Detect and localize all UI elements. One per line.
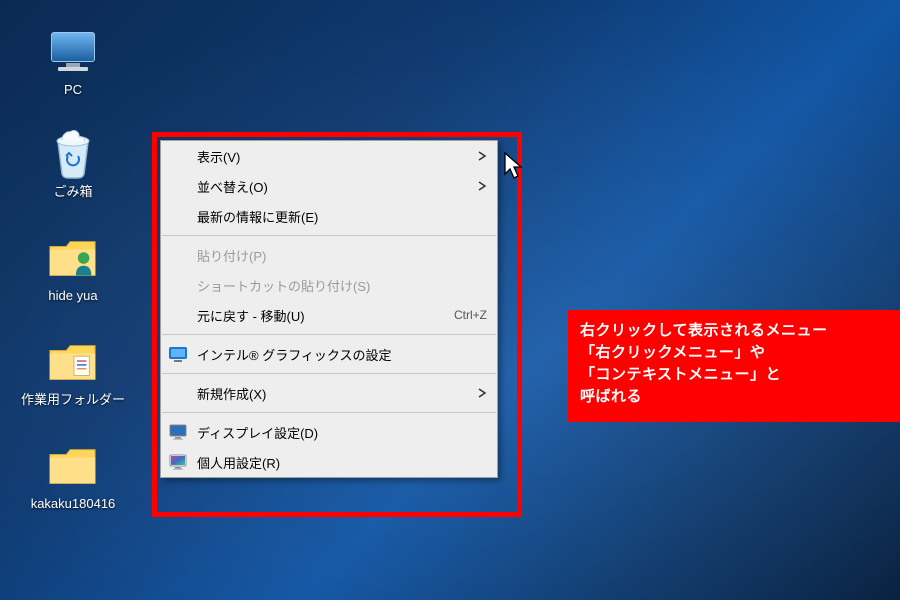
folder-icon (47, 440, 99, 492)
menu-item-label: 元に戻す - 移動(U) (197, 306, 454, 325)
annotation-line: 右クリックして表示されるメニュー (580, 320, 890, 342)
menu-item-intel-graphics[interactable]: インテル® グラフィックスの設定 (161, 339, 497, 369)
annotation-callout: 右クリックして表示されるメニュー 「右クリックメニュー」や 「コンテキストメニュ… (568, 310, 900, 422)
desktop-icon-label: 作業用フォルダー (18, 392, 128, 407)
desktop-icon-label: kakaku180416 (18, 496, 128, 511)
menu-separator (162, 235, 496, 236)
pc-icon (47, 26, 99, 78)
menu-item-sort[interactable]: 並べ替え(O) (161, 171, 497, 201)
work-folder-icon (47, 336, 99, 388)
menu-item-paste: 貼り付け(P) (161, 240, 497, 270)
desktop-icon-folder[interactable]: kakaku180416 (18, 440, 128, 511)
menu-item-label: 最新の情報に更新(E) (197, 207, 487, 226)
menu-item-undo-move[interactable]: 元に戻す - 移動(U) Ctrl+Z (161, 300, 497, 330)
desktop-context-menu: 表示(V) 並べ替え(O) 最新の情報に更新(E) 貼り付け(P) ショートカッ… (160, 140, 498, 478)
intel-graphics-icon (167, 343, 189, 365)
desktop-icon-work-folder[interactable]: 作業用フォルダー (18, 336, 128, 407)
menu-item-label: 新規作成(X) (197, 384, 469, 403)
menu-item-refresh[interactable]: 最新の情報に更新(E) (161, 201, 497, 231)
menu-item-label: ディスプレイ設定(D) (197, 423, 487, 442)
menu-item-paste-shortcut: ショートカットの貼り付け(S) (161, 270, 497, 300)
menu-item-new[interactable]: 新規作成(X) (161, 378, 497, 408)
menu-item-shortcut: Ctrl+Z (454, 308, 487, 322)
annotation-line: 「右クリックメニュー」や (580, 342, 890, 364)
menu-item-personalization[interactable]: 個人用設定(R) (161, 447, 497, 477)
recycle-bin-icon (47, 128, 99, 180)
menu-item-label: 表示(V) (197, 147, 469, 166)
desktop-icon-pc[interactable]: PC (18, 26, 128, 97)
menu-separator (162, 412, 496, 413)
personalization-icon (167, 451, 189, 473)
display-settings-icon (167, 421, 189, 443)
menu-separator (162, 373, 496, 374)
user-folder-icon (47, 232, 99, 284)
desktop-icon-user-folder[interactable]: hide yua (18, 232, 128, 303)
desktop-icon-label: PC (18, 82, 128, 97)
menu-item-label: 個人用設定(R) (197, 453, 487, 472)
menu-separator (162, 334, 496, 335)
menu-item-display-settings[interactable]: ディスプレイ設定(D) (161, 417, 497, 447)
annotation-line: 「コンテキストメニュー」と (580, 364, 890, 386)
submenu-arrow-icon (477, 386, 487, 401)
desktop-icon-recycle-bin[interactable]: ごみ箱 (18, 128, 128, 199)
submenu-arrow-icon (477, 149, 487, 164)
submenu-arrow-icon (477, 179, 487, 194)
menu-item-view[interactable]: 表示(V) (161, 141, 497, 171)
menu-item-label: 貼り付け(P) (197, 246, 487, 265)
desktop-icon-label: ごみ箱 (18, 184, 128, 199)
annotation-line: 呼ばれる (580, 386, 890, 408)
desktop-icon-label: hide yua (18, 288, 128, 303)
menu-item-label: 並べ替え(O) (197, 177, 469, 196)
menu-item-label: インテル® グラフィックスの設定 (197, 345, 487, 364)
menu-item-label: ショートカットの貼り付け(S) (197, 276, 487, 295)
